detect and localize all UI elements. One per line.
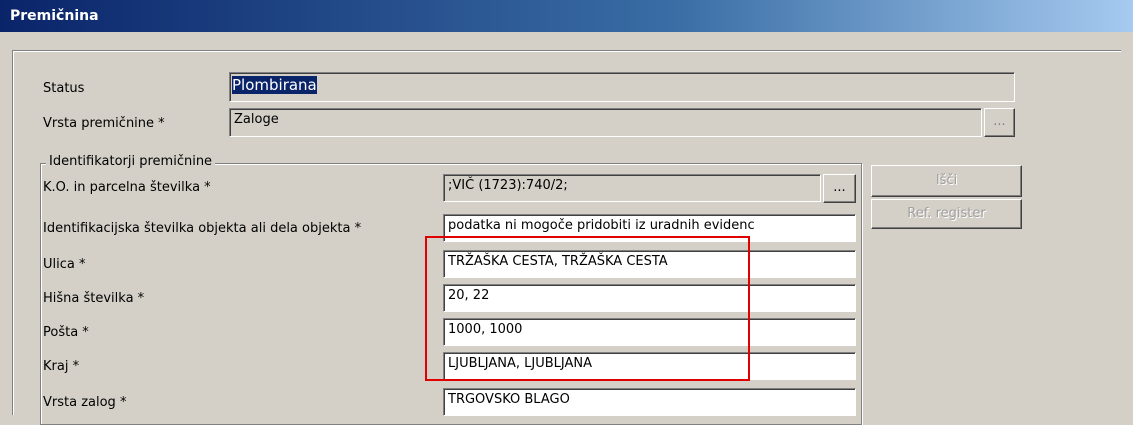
hisna-field[interactable]: 20, 22	[443, 284, 856, 312]
isci-label: Išči	[935, 173, 958, 188]
zalog-field[interactable]: TRGOVSKO BLAGO	[443, 388, 856, 416]
status-field[interactable]: Plombirana	[229, 72, 1015, 102]
vrsta-field[interactable]: Zaloge	[229, 108, 982, 137]
ulica-field[interactable]: TRŽAŠKA CESTA, TRŽAŠKA CESTA	[443, 250, 856, 278]
idobj-field[interactable]: podatka ni mogoče pridobiti iz uradnih e…	[443, 214, 856, 242]
window-title: Premičnina	[0, 0, 1133, 32]
hisna-label: Hišna številka *	[43, 291, 145, 306]
status-label: Status	[43, 81, 85, 96]
status-value: Plombirana	[232, 76, 317, 94]
vrsta-label: Vrsta premičnine *	[43, 116, 165, 131]
kraj-field[interactable]: LJUBLJANA, LJUBLJANA	[443, 352, 856, 380]
ko-field[interactable]: ;VIČ (1723):740/2;	[443, 174, 821, 202]
ulica-label: Ulica *	[43, 257, 86, 272]
vrsta-browse-button[interactable]: ...	[984, 108, 1015, 137]
posta-label: Pošta *	[43, 325, 89, 340]
idobj-label: Identifikacijska številka objekta ali de…	[43, 221, 362, 236]
ref-register-button[interactable]: Ref. register	[871, 199, 1022, 229]
ko-label: K.O. in parcelna številka *	[43, 180, 211, 195]
ref-register-label: Ref. register	[907, 206, 986, 221]
zalog-label: Vrsta zalog *	[43, 395, 127, 410]
kraj-label: Kraj *	[43, 359, 80, 374]
isci-button[interactable]: Išči	[871, 165, 1022, 197]
ko-browse-button[interactable]: ...	[823, 174, 856, 203]
group-title: Identifikatorji premičnine	[46, 154, 216, 169]
posta-field[interactable]: 1000, 1000	[443, 318, 856, 346]
